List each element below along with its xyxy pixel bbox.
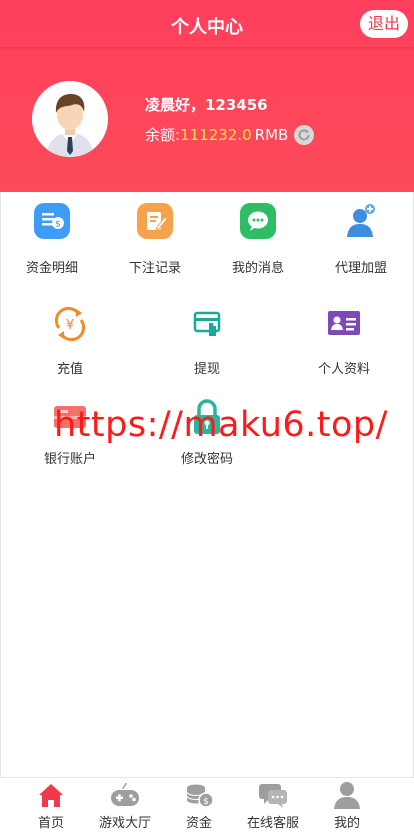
withdraw-icon [193,311,221,336]
menu-item-label: 充值 [56,362,83,377]
profile-header: 个人中心 退出 凌晨好，123456 余额: 111232.0 RMB [0,0,414,192]
svg-text:¥: ¥ [66,318,74,333]
menu-item-label: 提现 [193,362,220,377]
menu-item-bet-record[interactable]: 下注记录 [110,203,200,276]
left-edge [0,192,1,777]
logout-button[interactable]: 退出 [360,10,408,38]
menu-item-label: 我的消息 [231,261,284,276]
balance-row: 余额: 111232.0 RMB [145,124,315,145]
recharge-icon: ¥ [54,306,86,342]
home-icon [39,784,63,807]
menu-item-label: 下注记录 [128,261,181,276]
menu-item-recharge[interactable]: ¥ 充值 [25,306,115,377]
balance-label: 余额: [145,126,181,144]
menu-item-my-messages[interactable]: 我的消息 [213,203,303,276]
tab-label: 在线客服 [246,816,299,831]
menu-item-agent-join[interactable]: 代理加盟 [316,203,406,276]
coins-icon: $ [186,784,214,808]
menu-item-profile-info[interactable]: 个人资料 [299,306,389,377]
fund-detail-icon: $ [34,203,70,239]
refresh-icon[interactable] [294,124,315,145]
avatar-person-icon [32,81,108,157]
avatar[interactable] [32,81,108,157]
tab-mine[interactable]: 我的 [312,778,382,831]
chat-icon [259,784,287,808]
greeting-text: 凌晨好，123456 [145,96,268,114]
tab-funds[interactable]: $ 资金 [164,778,234,831]
balance-value: 111232.0 [180,125,252,144]
profile-card-icon [328,311,360,335]
menu-item-label: 个人资料 [317,362,370,377]
bottom-tab-bar: 首页 游戏大厅 $ 资金 在线客服 我的 [0,777,414,837]
watermark-url: https://maku6.top/ [54,405,388,445]
balance-unit: RMB [254,125,289,144]
tab-game-lobby[interactable]: 游戏大厅 [90,778,160,831]
tab-label: 资金 [185,816,212,831]
tab-home[interactable]: 首页 [16,778,86,831]
menu-item-label: 修改密码 [180,452,233,467]
menu-item-withdraw[interactable]: 提现 [162,306,252,377]
gamepad-icon [111,782,139,806]
svg-text:$: $ [55,220,61,230]
menu-item-fund-detail[interactable]: $ 资金明细 [7,203,97,276]
top-bar: 个人中心 退出 [0,0,414,48]
tab-label: 首页 [37,816,64,831]
svg-text:$: $ [203,797,209,807]
message-icon [240,203,276,239]
agent-join-icon [347,204,375,237]
user-icon [334,782,360,809]
bet-record-icon [137,203,173,239]
menu-item-label: 资金明细 [25,261,78,276]
page-title: 个人中心 [171,17,243,38]
tab-label: 我的 [333,816,360,831]
menu-item-label: 银行账户 [43,452,96,467]
tab-online-support[interactable]: 在线客服 [238,778,308,831]
menu-item-label: 代理加盟 [334,261,387,276]
tab-label: 游戏大厅 [98,816,151,831]
